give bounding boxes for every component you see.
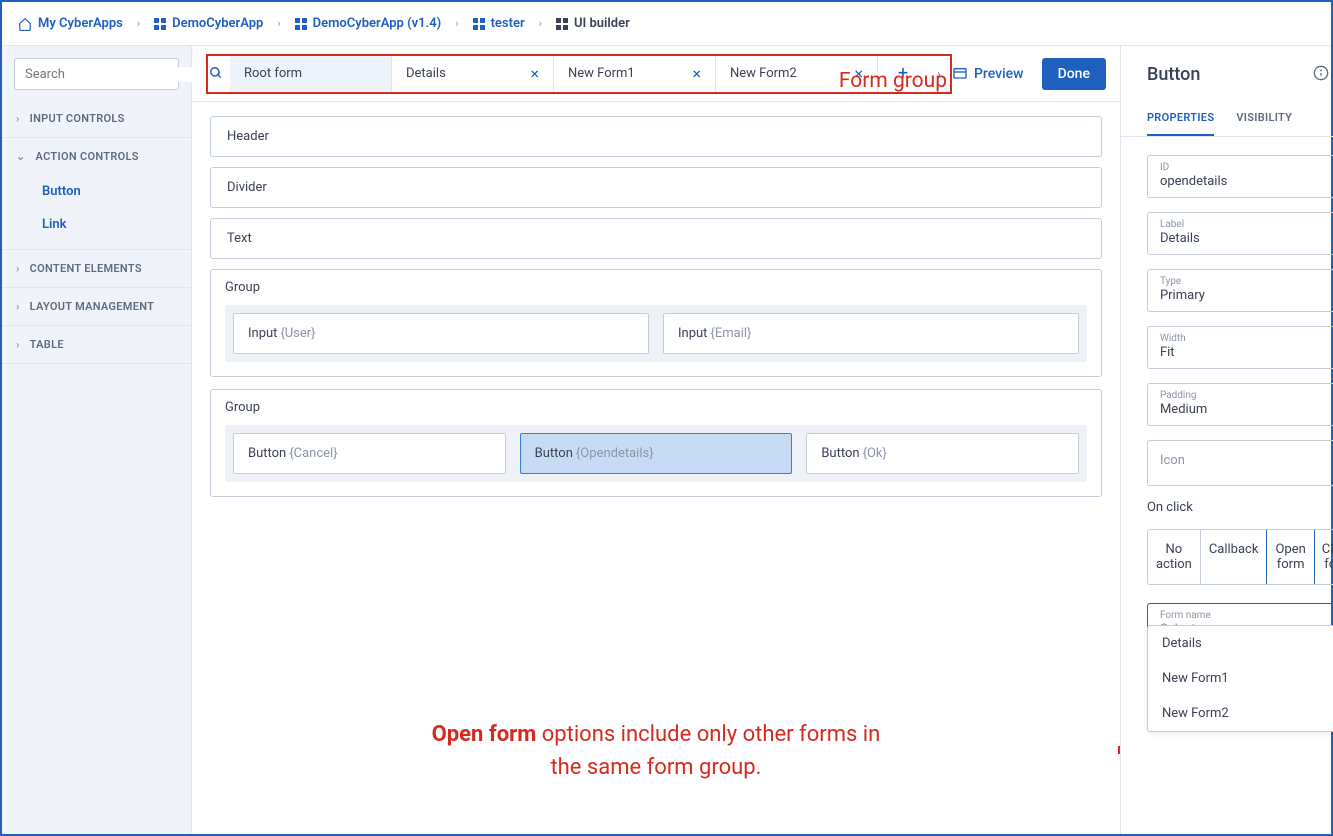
button-opendetails[interactable]: Button{Opendetails}	[520, 433, 793, 474]
widget-group-inputs[interactable]: Group Input{User} Input{Email}	[210, 269, 1102, 377]
breadcrumb-sep: ›	[277, 17, 280, 30]
form-name-dropdown: Details New Form1 New Form2	[1147, 625, 1333, 732]
grid-icon	[556, 18, 568, 30]
chevron-right-icon: ›	[16, 300, 20, 313]
breadcrumb-sep: ›	[455, 17, 458, 30]
sidebar-section-table[interactable]: ›TABLE	[2, 326, 191, 363]
annotation-open-form: Open form options include only other for…	[424, 718, 888, 784]
tab-visibility[interactable]: VISIBILITY	[1236, 103, 1292, 136]
onclick-options: No action Callback Open form Close form	[1147, 529, 1333, 585]
sidebar-section-layout-management[interactable]: ›LAYOUT MANAGEMENT	[2, 288, 191, 325]
field-label[interactable]: Label Details	[1147, 212, 1333, 255]
group-label: Group	[225, 400, 1087, 415]
breadcrumb: My CyberApps › DemoCyberApp › DemoCyberA…	[2, 2, 1331, 46]
sidebar: ›INPUT CONTROLS ⌄ACTION CONTROLS Button …	[2, 46, 192, 834]
properties-panel: Button PROPERTIES VISIBILITY ID opendeta…	[1120, 46, 1333, 834]
button-ok[interactable]: Button{Ok}	[806, 433, 1079, 474]
search-input[interactable]	[14, 58, 179, 90]
grid-icon	[473, 18, 485, 30]
field-id[interactable]: ID opendetails	[1147, 155, 1333, 198]
dropdown-opt-details[interactable]: Details	[1148, 626, 1333, 661]
opt-close-form[interactable]: Close form	[1314, 530, 1333, 584]
main: ‹ Root form Details× New Form1× New Form…	[192, 46, 1120, 834]
widget-header[interactable]: Header	[210, 116, 1102, 157]
widget-divider[interactable]: Divider	[210, 167, 1102, 208]
breadcrumb-sep: ›	[137, 17, 140, 30]
tab-properties[interactable]: PROPERTIES	[1147, 103, 1214, 136]
crumb-ui-builder: UI builder	[556, 16, 630, 31]
chevron-down-icon: ⌄	[16, 150, 26, 163]
annotation-form-group: Form group	[839, 69, 947, 93]
opt-no-action[interactable]: No action	[1148, 530, 1201, 584]
tabs-prev-icon[interactable]: ‹	[208, 67, 230, 81]
sidebar-item-link[interactable]: Link	[2, 208, 191, 241]
panel-title: Button	[1147, 64, 1200, 85]
form-tab-details[interactable]: Details×	[392, 56, 554, 92]
input-email[interactable]: Input{Email}	[663, 313, 1079, 354]
sidebar-section-action-controls[interactable]: ⌄ACTION CONTROLS	[2, 138, 191, 175]
field-padding[interactable]: Padding Medium ⌄	[1147, 383, 1333, 426]
preview-button[interactable]: Preview	[952, 66, 1024, 82]
info-icon[interactable]	[1313, 65, 1329, 85]
input-user[interactable]: Input{User}	[233, 313, 649, 354]
close-icon[interactable]: ×	[692, 64, 701, 83]
close-icon[interactable]: ×	[530, 64, 539, 83]
grid-icon	[295, 18, 307, 30]
form-tab-root[interactable]: Root form	[230, 56, 392, 92]
chevron-right-icon: ›	[16, 338, 20, 351]
chevron-right-icon: ›	[16, 112, 20, 125]
sidebar-item-button[interactable]: Button	[2, 175, 191, 208]
field-type[interactable]: Type Primary ⌄	[1147, 269, 1333, 312]
dropdown-opt-newform1[interactable]: New Form1	[1148, 661, 1333, 696]
button-cancel[interactable]: Button{Cancel}	[233, 433, 506, 474]
form-tabs-group: ‹ Root form Details× New Form1× New Form…	[206, 54, 952, 94]
form-tab-newform1[interactable]: New Form1×	[554, 56, 716, 92]
opt-callback[interactable]: Callback	[1201, 530, 1268, 584]
field-width[interactable]: Width Fit ⌄	[1147, 326, 1333, 369]
preview-icon	[952, 66, 968, 82]
opt-open-form[interactable]: Open form	[1266, 529, 1314, 585]
canvas: Header Divider Text Group Input{User} In…	[192, 102, 1120, 834]
widget-group-buttons[interactable]: Group Button{Cancel} Button{Opendetails}…	[210, 389, 1102, 497]
sidebar-section-content-elements[interactable]: ›CONTENT ELEMENTS	[2, 250, 191, 287]
widget-text[interactable]: Text	[210, 218, 1102, 259]
home-icon	[18, 17, 32, 31]
breadcrumb-sep: ›	[539, 17, 542, 30]
sidebar-section-input-controls[interactable]: ›INPUT CONTROLS	[2, 100, 191, 137]
grid-icon	[154, 18, 166, 30]
done-button[interactable]: Done	[1042, 58, 1106, 90]
group-label: Group	[225, 280, 1087, 295]
crumb-tester[interactable]: tester	[473, 16, 525, 31]
crumb-version[interactable]: DemoCyberApp (v1.4)	[295, 16, 442, 31]
search-field[interactable]	[15, 67, 201, 82]
topbar: ‹ Root form Details× New Form1× New Form…	[192, 46, 1120, 102]
crumb-my-cyberapps[interactable]: My CyberApps	[18, 16, 123, 31]
field-icon[interactable]: Icon	[1147, 440, 1333, 486]
onclick-label: On click	[1147, 500, 1333, 515]
crumb-app[interactable]: DemoCyberApp	[154, 16, 263, 31]
chevron-right-icon: ›	[16, 262, 20, 275]
dropdown-opt-newform2[interactable]: New Form2	[1148, 696, 1333, 731]
